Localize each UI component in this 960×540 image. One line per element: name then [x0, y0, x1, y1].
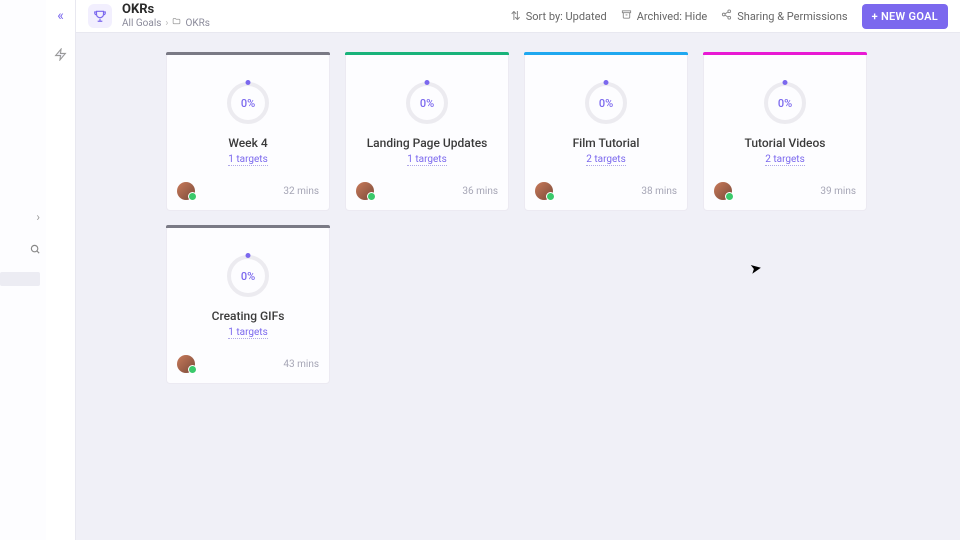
lightning-icon[interactable]	[54, 48, 67, 65]
share-icon	[721, 9, 732, 23]
progress-ring: 0%	[227, 82, 269, 124]
progress-dot-icon	[604, 80, 609, 85]
goal-title: Week 4	[228, 136, 267, 150]
progress-ring: 0%	[764, 82, 806, 124]
targets-link[interactable]: 1 targets	[228, 327, 267, 339]
card-stripe	[703, 52, 867, 55]
page-title: OKRs	[122, 3, 210, 17]
card-footer: 39 mins	[714, 182, 856, 200]
goal-title: Creating GIFs	[212, 309, 285, 323]
breadcrumb-root[interactable]: All Goals	[122, 18, 161, 29]
progress-text: 0%	[241, 97, 255, 110]
goal-card[interactable]: 0% Film Tutorial 2 targets 38 mins	[524, 53, 688, 211]
avatar[interactable]	[714, 182, 732, 200]
time-label: 36 mins	[462, 186, 498, 197]
progress-dot-icon	[425, 80, 430, 85]
avatar[interactable]	[356, 182, 374, 200]
goals-grid: 0% Week 4 1 targets 32 mins 0% Landing P…	[76, 33, 960, 540]
breadcrumb[interactable]: All Goals › OKRs	[122, 17, 210, 29]
targets-link[interactable]: 2 targets	[765, 154, 804, 166]
archived-label: Archived: Hide	[637, 10, 708, 23]
avatar[interactable]	[535, 182, 553, 200]
header-titles: OKRs All Goals › OKRs	[122, 3, 210, 29]
progress-text: 0%	[241, 270, 255, 283]
card-stripe	[345, 52, 509, 55]
archive-icon	[621, 9, 632, 23]
progress-ring: 0%	[585, 82, 627, 124]
goal-title: Tutorial Videos	[745, 136, 826, 150]
search-icon[interactable]	[30, 244, 41, 258]
goal-card[interactable]: 0% Creating GIFs 1 targets 43 mins	[166, 226, 330, 384]
sort-icon: ⇅	[511, 9, 521, 23]
new-goal-button[interactable]: + NEW GOAL	[862, 4, 948, 29]
progress-text: 0%	[420, 97, 434, 110]
folder-icon	[172, 17, 181, 29]
card-footer: 32 mins	[177, 182, 319, 200]
chevron-right-icon[interactable]: ›	[36, 210, 40, 224]
targets-link[interactable]: 1 targets	[407, 154, 446, 166]
chevron-right-icon: ›	[165, 18, 168, 29]
card-footer: 38 mins	[535, 182, 677, 200]
archived-button[interactable]: Archived: Hide	[621, 9, 708, 23]
card-stripe	[166, 225, 330, 228]
sort-label: Sort by: Updated	[526, 10, 607, 23]
collapse-icon[interactable]: «	[57, 8, 64, 24]
left-placeholder	[0, 272, 40, 286]
sidebar-narrow: «	[46, 0, 76, 540]
sort-button[interactable]: ⇅ Sort by: Updated	[511, 9, 607, 23]
trophy-icon	[88, 4, 112, 28]
card-footer: 43 mins	[177, 355, 319, 373]
card-stripe	[524, 52, 688, 55]
header-actions: ⇅ Sort by: Updated Archived: Hide Sharin…	[511, 4, 948, 29]
progress-text: 0%	[599, 97, 613, 110]
left-panel: › ⌄	[0, 0, 46, 540]
progress-dot-icon	[783, 80, 788, 85]
goal-title: Film Tutorial	[573, 136, 640, 150]
progress-ring: 0%	[227, 255, 269, 297]
goal-title: Landing Page Updates	[367, 136, 488, 150]
avatar[interactable]	[177, 182, 195, 200]
time-label: 39 mins	[820, 186, 856, 197]
breadcrumb-folder[interactable]: OKRs	[185, 18, 209, 29]
avatar[interactable]	[177, 355, 195, 373]
card-stripe	[166, 52, 330, 55]
time-label: 43 mins	[283, 359, 319, 370]
goal-card[interactable]: 0% Tutorial Videos 2 targets 39 mins	[703, 53, 867, 211]
targets-link[interactable]: 2 targets	[586, 154, 625, 166]
sharing-label: Sharing & Permissions	[737, 10, 847, 23]
progress-text: 0%	[778, 97, 792, 110]
sharing-button[interactable]: Sharing & Permissions	[721, 9, 847, 23]
goal-card[interactable]: 0% Week 4 1 targets 32 mins	[166, 53, 330, 211]
time-label: 32 mins	[283, 186, 319, 197]
card-footer: 36 mins	[356, 182, 498, 200]
time-label: 38 mins	[641, 186, 677, 197]
targets-link[interactable]: 1 targets	[228, 154, 267, 166]
progress-dot-icon	[246, 253, 251, 258]
progress-ring: 0%	[406, 82, 448, 124]
header: OKRs All Goals › OKRs ⇅ Sort by: Updated…	[76, 0, 960, 33]
progress-dot-icon	[246, 80, 251, 85]
goal-card[interactable]: 0% Landing Page Updates 1 targets 36 min…	[345, 53, 509, 211]
